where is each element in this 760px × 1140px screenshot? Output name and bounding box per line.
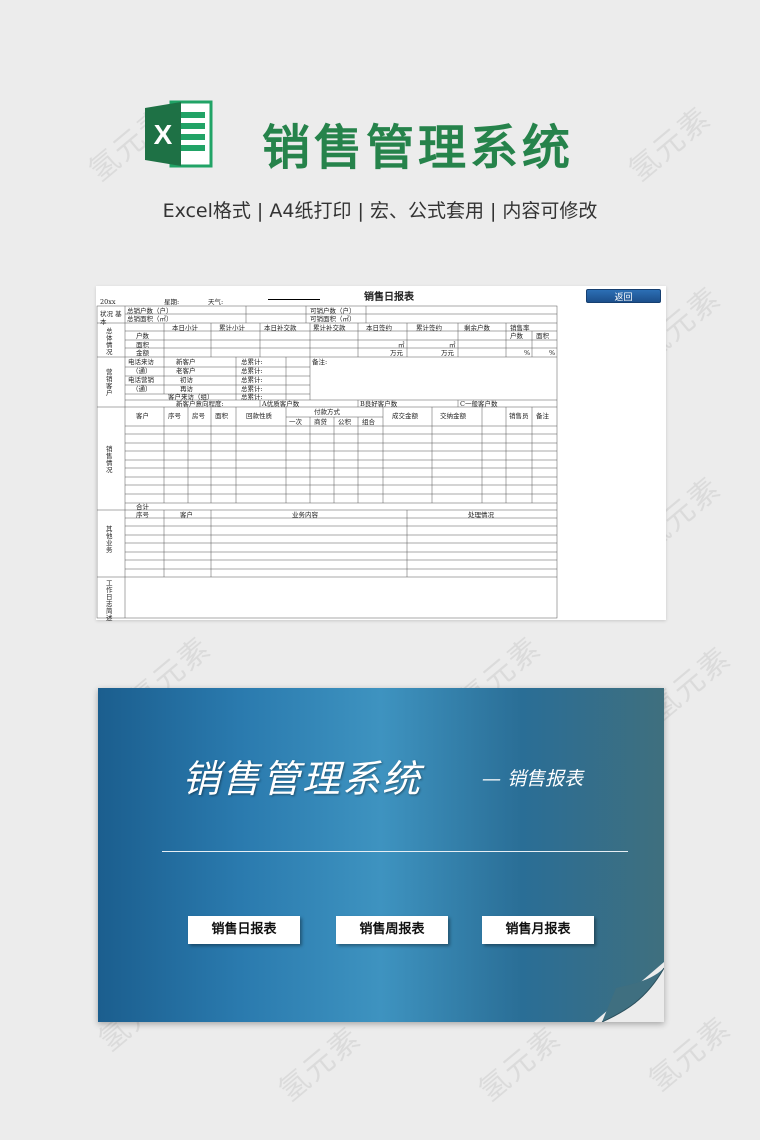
back-button[interactable]: 返回 xyxy=(586,289,661,303)
weekly-report-button[interactable]: 销售周报表 xyxy=(336,916,448,944)
sheet-grid xyxy=(96,305,558,619)
overall-col-5: 本日签约 xyxy=(366,324,392,332)
overall-col-3: 本日补交款 xyxy=(264,324,297,332)
svg-text:X: X xyxy=(154,119,173,150)
date-year: 20xx xyxy=(100,298,116,306)
marketing-note: 备注: xyxy=(312,358,328,366)
watermark: 氢元素 xyxy=(472,1020,569,1109)
other-col-customer: 客户 xyxy=(180,511,193,519)
daily-report-sheet: 销售日报表 返回 20xx 星期: 天气: 状况 基本 总销户数（户） 总销面积… xyxy=(96,286,666,622)
marketing-row-c: 总累计: xyxy=(241,393,263,401)
marketing-label: 营销客户 xyxy=(106,368,113,397)
banner-divider xyxy=(162,851,628,852)
unit-wan: 万元 xyxy=(390,349,403,357)
page-title: 销售管理系统 xyxy=(262,120,575,176)
unit-wan: 万元 xyxy=(441,349,454,357)
banner-subtitle: — 销售报表 xyxy=(482,768,584,790)
intent-label: 新客户意向程度: xyxy=(176,400,224,408)
overall-label: 总体情况 xyxy=(106,327,113,356)
marketing-row-a: 电话营销 xyxy=(128,376,154,384)
overall-subcol-area: 面积 xyxy=(536,332,549,340)
date-weather: 天气: xyxy=(208,298,224,306)
worklog-label: 工作日志简述 xyxy=(106,579,113,622)
unit-percent: % xyxy=(524,349,531,357)
overall-col-4: 累计补交款 xyxy=(313,324,346,332)
monthly-report-button[interactable]: 销售月报表 xyxy=(482,916,594,944)
sales-total: 合计 xyxy=(136,503,149,511)
overall-row-area: 面积 xyxy=(136,341,149,349)
unit-sqm: ㎡ xyxy=(398,341,405,349)
marketing-row-c: 总累计: xyxy=(241,376,263,384)
intent-a: A优质客户数 xyxy=(262,400,300,408)
watermark: 氢元素 xyxy=(272,1020,369,1109)
other-col-no: 序号 xyxy=(136,511,149,519)
intent-c: C一般客户数 xyxy=(460,400,498,408)
sales-col-customer: 客户 xyxy=(136,412,149,420)
sales-col-note: 备注 xyxy=(536,412,549,420)
marketing-row-a: （通） xyxy=(132,367,152,375)
marketing-row-b: 新客户 xyxy=(176,358,196,366)
marketing-row-b: 初访 xyxy=(180,376,193,384)
other-label: 其他业务 xyxy=(106,525,113,554)
overall-col-6: 累计签约 xyxy=(416,324,442,332)
intent-b: B良好客户数 xyxy=(360,400,398,408)
date-week: 星期: xyxy=(164,298,180,306)
other-col-business: 业务内容 xyxy=(292,511,318,519)
available-households: 可销户数（户） xyxy=(310,307,356,315)
unit-sqm: ㎡ xyxy=(449,341,456,349)
sales-col-paid: 交纳金额 xyxy=(440,412,466,420)
marketing-row-b: 老客户 xyxy=(176,367,196,375)
sales-label: 销售情况 xyxy=(106,445,113,474)
marketing-row-b: 再访 xyxy=(180,385,193,393)
overall-row-households: 户数 xyxy=(136,332,149,340)
marketing-row-a: 电话来访 xyxy=(128,358,154,366)
overall-col-7: 剩余户数 xyxy=(464,324,490,332)
marketing-row-a: （通） xyxy=(132,385,152,393)
sales-pay-combo: 组合 xyxy=(362,418,375,426)
sales-col-area: 面积 xyxy=(215,412,228,420)
page-curl-icon xyxy=(594,962,664,1022)
overall-col-1: 本日小计 xyxy=(172,324,198,332)
sales-col-deal: 成交金额 xyxy=(392,412,418,420)
overall-col-8: 销售率 xyxy=(510,324,530,332)
total-area: 总销面积（㎡） xyxy=(127,315,173,323)
excel-logo-icon: X xyxy=(141,96,217,172)
unit-percent: % xyxy=(549,349,556,357)
marketing-row-c: 总累计: xyxy=(241,358,263,366)
sheet-title-underline xyxy=(268,299,320,300)
available-area: 可销面积（㎡） xyxy=(310,315,356,323)
banner-title: 销售管理系统 xyxy=(182,757,423,801)
marketing-row-c: 总累计: xyxy=(241,385,263,393)
sales-col-room: 房号 xyxy=(192,412,205,420)
sales-pay-fund: 公积 xyxy=(338,418,351,426)
sales-col-pay: 付款方式 xyxy=(314,408,340,416)
other-col-handling: 处理情况 xyxy=(468,511,494,519)
sales-col-seller: 销售员 xyxy=(509,412,529,420)
total-households: 总销户数（户） xyxy=(127,307,173,315)
daily-report-button[interactable]: 销售日报表 xyxy=(188,916,300,944)
overall-row-amount: 金额 xyxy=(136,349,149,357)
basic-label: 状况 基本 xyxy=(100,310,122,326)
sales-pay-loan: 商贷 xyxy=(314,418,327,426)
overall-col-2: 累计小计 xyxy=(219,324,245,332)
sales-col-no: 序号 xyxy=(168,412,181,420)
page-subtitle: Excel格式 | A4纸打印 | 宏、公式套用 | 内容可修改 xyxy=(162,200,598,222)
nav-banner: 销售管理系统 — 销售报表 销售日报表 销售周报表 销售月报表 xyxy=(98,688,664,1022)
overall-subcol-households: 户数 xyxy=(510,332,523,340)
page-header: X 销售管理系统 Excel格式 | A4纸打印 | 宏、公式套用 | 内容可修… xyxy=(0,0,760,240)
sales-col-return: 回款性质 xyxy=(246,412,272,420)
sales-pay-once: 一次 xyxy=(289,418,302,426)
marketing-row-c: 总累计: xyxy=(241,367,263,375)
sheet-title: 销售日报表 xyxy=(364,292,414,303)
